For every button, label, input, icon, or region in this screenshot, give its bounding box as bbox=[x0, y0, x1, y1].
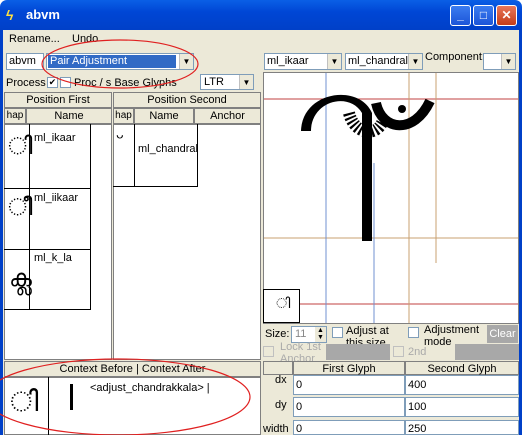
annotation-ellipse-feature bbox=[41, 39, 199, 89]
annotation-overlay bbox=[0, 39, 251, 435]
annotation-ellipse-context bbox=[0, 358, 251, 435]
